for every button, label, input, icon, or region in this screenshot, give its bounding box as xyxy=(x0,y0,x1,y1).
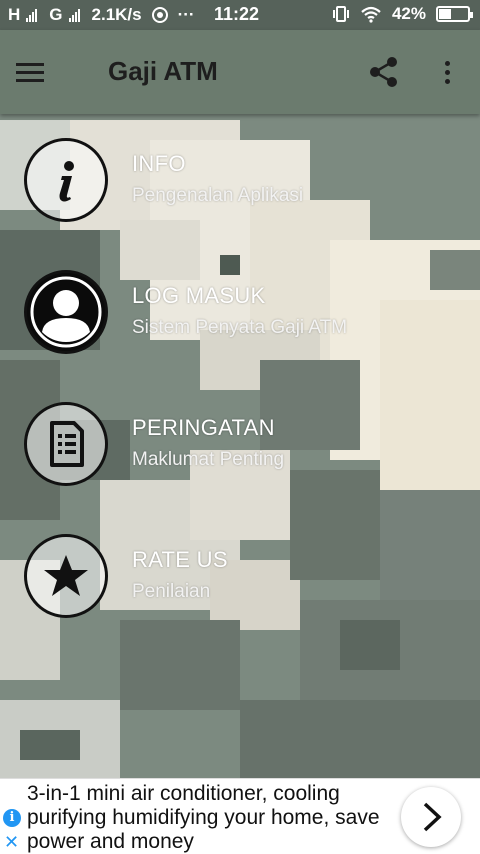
hamburger-icon[interactable] xyxy=(16,56,56,88)
status-right: 42% xyxy=(332,4,473,24)
menu-item-label: RATE US xyxy=(132,547,228,572)
menu-item-label: PERINGATAN xyxy=(132,415,275,440)
app-bar: Gaji ATM xyxy=(0,30,480,114)
menu-item-label: INFO xyxy=(132,151,186,176)
clock: 11:22 xyxy=(214,4,260,24)
menu-item-subtitle: Pengenalan Aplikasi xyxy=(132,185,304,206)
star-icon xyxy=(24,534,108,618)
status-bar: H G 2.1K/s ··· 11:22 42% xyxy=(0,0,480,30)
info-icon xyxy=(24,138,108,222)
carrier-1-label: H xyxy=(8,5,21,24)
user-icon xyxy=(24,270,108,354)
document-icon xyxy=(24,402,108,486)
menu-item-peringatan[interactable]: PERINGATAN Maklumat Penting xyxy=(0,402,480,512)
signal-2-icon xyxy=(68,8,80,22)
carrier-2-label: G xyxy=(49,5,63,24)
ad-text[interactable]: 3-in-1 mini air conditioner, cooling pur… xyxy=(27,782,387,854)
battery-icon xyxy=(436,6,473,22)
ad-banner[interactable]: i ✕ 3-in-1 mini air conditioner, cooling… xyxy=(0,778,480,854)
status-left: H G 2.1K/s ··· xyxy=(8,5,195,25)
menu-item-subtitle: Penilaian xyxy=(132,581,211,602)
battery-fill xyxy=(439,9,451,19)
ad-go-button[interactable] xyxy=(401,787,461,847)
app-title: Gaji ATM xyxy=(108,56,218,86)
ad-close-icon[interactable]: ✕ xyxy=(4,833,20,851)
share-icon[interactable] xyxy=(366,54,402,90)
vibrate-icon xyxy=(332,6,349,22)
menu-item-subtitle: Sistem Penyata Gaji ATM xyxy=(132,317,348,338)
menu-item-subtitle: Maklumat Penting xyxy=(132,449,285,470)
signal-1-icon xyxy=(26,8,38,22)
ad-info-icon[interactable]: i xyxy=(3,809,21,827)
network-speed: 2.1K/s xyxy=(91,5,142,24)
battery-percent: 42% xyxy=(391,4,426,23)
menu-item-rate-us[interactable]: RATE US Penilaian xyxy=(0,534,480,644)
wifi-icon xyxy=(361,6,381,23)
chrome-icon xyxy=(151,7,168,23)
menu-item-info[interactable]: INFO Pengenalan Aplikasi xyxy=(0,138,480,248)
menu-item-label: LOG MASUK xyxy=(132,283,266,308)
chevron-right-icon xyxy=(423,802,442,832)
more-vert-icon[interactable] xyxy=(434,54,460,90)
menu-item-log-masuk[interactable]: LOG MASUK Sistem Penyata Gaji ATM xyxy=(0,270,480,380)
notification-dots: ··· xyxy=(177,5,195,24)
